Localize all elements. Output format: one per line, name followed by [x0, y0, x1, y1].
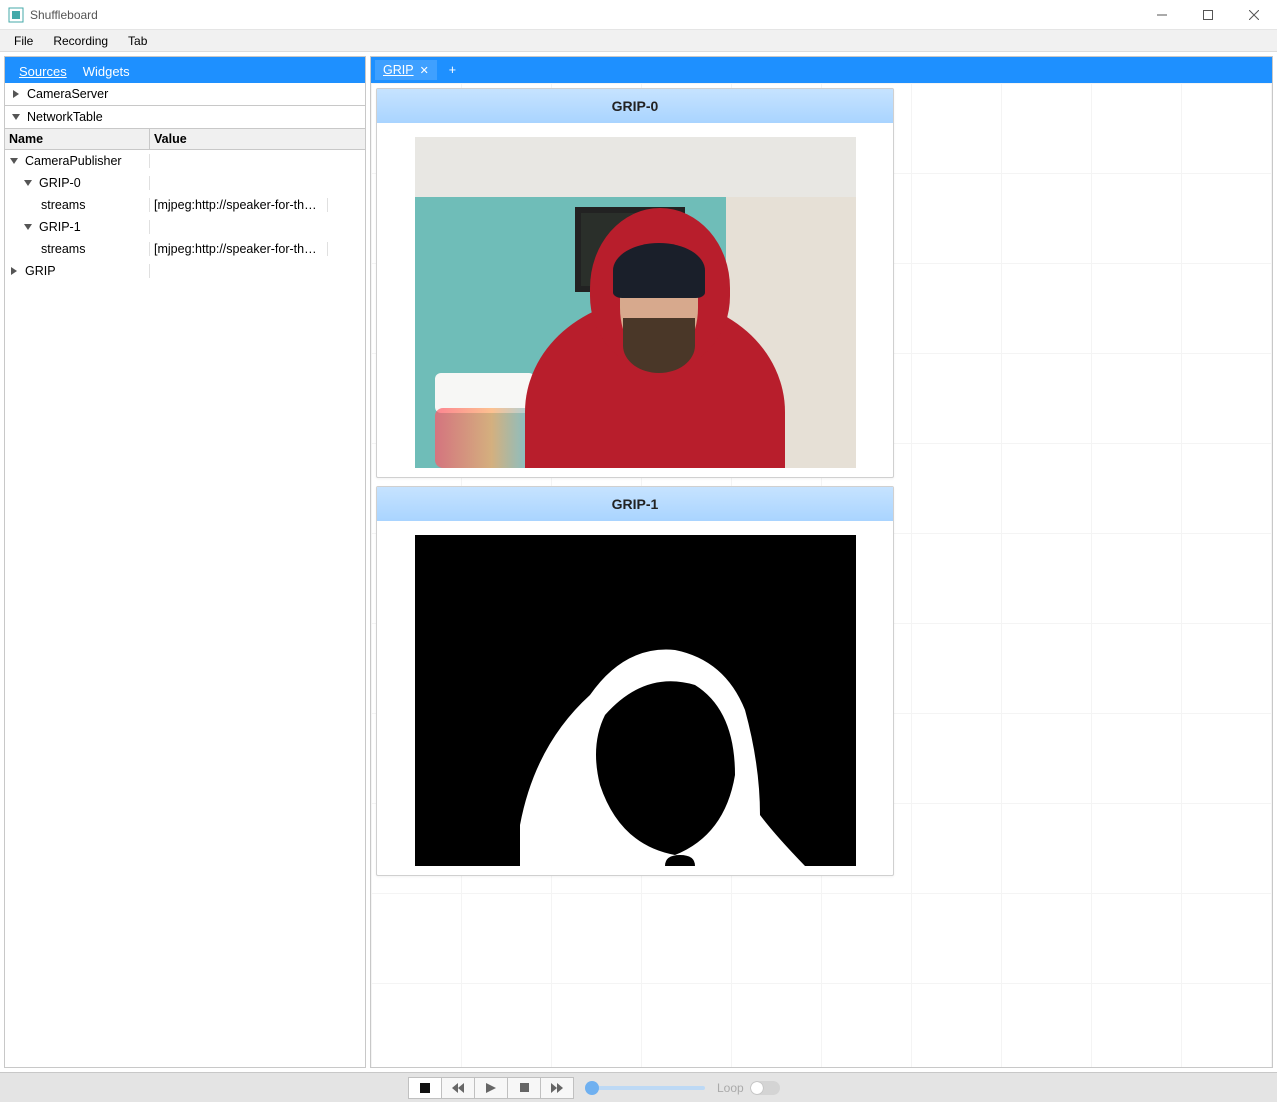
loop-label: Loop	[717, 1081, 744, 1095]
widget-body	[377, 521, 893, 876]
tab-widgets[interactable]: Widgets	[75, 60, 138, 83]
side-panel: Sources Widgets CameraServer NetworkTabl…	[4, 56, 366, 1068]
playback-slider[interactable]	[585, 1086, 705, 1090]
maximize-button[interactable]	[1185, 0, 1231, 30]
tree-label: streams	[41, 242, 85, 256]
window-titlebar: Shuffleboard	[0, 0, 1277, 30]
close-button[interactable]	[1231, 0, 1277, 30]
tree-label: streams	[41, 198, 85, 212]
chevron-down-icon	[11, 112, 21, 122]
section-label: CameraServer	[27, 87, 108, 101]
section-cameraserver[interactable]: CameraServer	[5, 83, 365, 106]
tree-label: GRIP	[25, 264, 56, 278]
tree-value: [mjpeg:http://speaker-for-the-de...	[150, 242, 328, 256]
minimize-button[interactable]	[1139, 0, 1185, 30]
widget-grip-0[interactable]: GRIP-0	[376, 88, 894, 478]
header-name[interactable]: Name	[5, 129, 150, 149]
fastforward-button[interactable]	[540, 1077, 574, 1099]
add-tab-button[interactable]: +	[441, 63, 464, 77]
tree-label: GRIP-0	[39, 176, 81, 190]
tree-label: CameraPublisher	[25, 154, 122, 168]
menubar: File Recording Tab	[0, 30, 1277, 52]
menu-file[interactable]: File	[4, 32, 43, 50]
chevron-down-icon	[9, 156, 19, 166]
tree-row[interactable]: CameraPublisher	[5, 150, 365, 172]
app-icon	[8, 7, 24, 23]
footer-transport: Loop	[0, 1072, 1277, 1102]
tab-sources[interactable]: Sources	[11, 60, 75, 83]
chevron-right-icon	[9, 266, 19, 276]
tree-row[interactable]: GRIP-0	[5, 172, 365, 194]
tree-body: CameraPublisher GRIP-0 streams [mjpeg:ht…	[5, 150, 365, 1067]
section-networktable[interactable]: NetworkTable	[5, 106, 365, 129]
chevron-down-icon	[23, 222, 33, 232]
chevron-down-icon	[23, 178, 33, 188]
stop-small-button[interactable]	[507, 1077, 541, 1099]
dashboard-canvas[interactable]: GRIP-0	[371, 83, 1272, 1067]
main-area: GRIP ✕ + GRIP-0	[370, 56, 1273, 1068]
widget-title: GRIP-0	[377, 89, 893, 123]
close-icon[interactable]: ✕	[420, 64, 429, 77]
tree-row[interactable]: streams [mjpeg:http://speaker-for-the-de…	[5, 194, 365, 216]
loop-toggle[interactable]	[750, 1081, 780, 1095]
tree-label: GRIP-1	[39, 220, 81, 234]
tab-label: GRIP	[383, 63, 414, 77]
menu-tab[interactable]: Tab	[118, 32, 157, 50]
header-value[interactable]: Value	[150, 129, 365, 149]
play-button[interactable]	[474, 1077, 508, 1099]
tab-grip[interactable]: GRIP ✕	[375, 60, 437, 80]
tree-header: Name Value	[5, 129, 365, 150]
side-tabs: Sources Widgets	[5, 57, 365, 83]
tree-row[interactable]: streams [mjpeg:http://speaker-for-the-de…	[5, 238, 365, 260]
main-tabs: GRIP ✕ +	[371, 57, 1272, 83]
camera-feed-grip-0	[415, 137, 856, 468]
slider-thumb[interactable]	[585, 1081, 599, 1095]
tree-row[interactable]: GRIP-1	[5, 216, 365, 238]
menu-recording[interactable]: Recording	[43, 32, 118, 50]
tree-value: [mjpeg:http://speaker-for-the-de...	[150, 198, 328, 212]
widget-title: GRIP-1	[377, 487, 893, 521]
window-title: Shuffleboard	[30, 8, 1139, 22]
tree-row[interactable]: GRIP	[5, 260, 365, 282]
camera-feed-grip-1	[415, 535, 856, 866]
section-label: NetworkTable	[27, 110, 103, 124]
chevron-right-icon	[11, 89, 21, 99]
widget-grip-1[interactable]: GRIP-1	[376, 486, 894, 876]
widget-body	[377, 123, 893, 478]
stop-button[interactable]	[408, 1077, 442, 1099]
rewind-button[interactable]	[441, 1077, 475, 1099]
